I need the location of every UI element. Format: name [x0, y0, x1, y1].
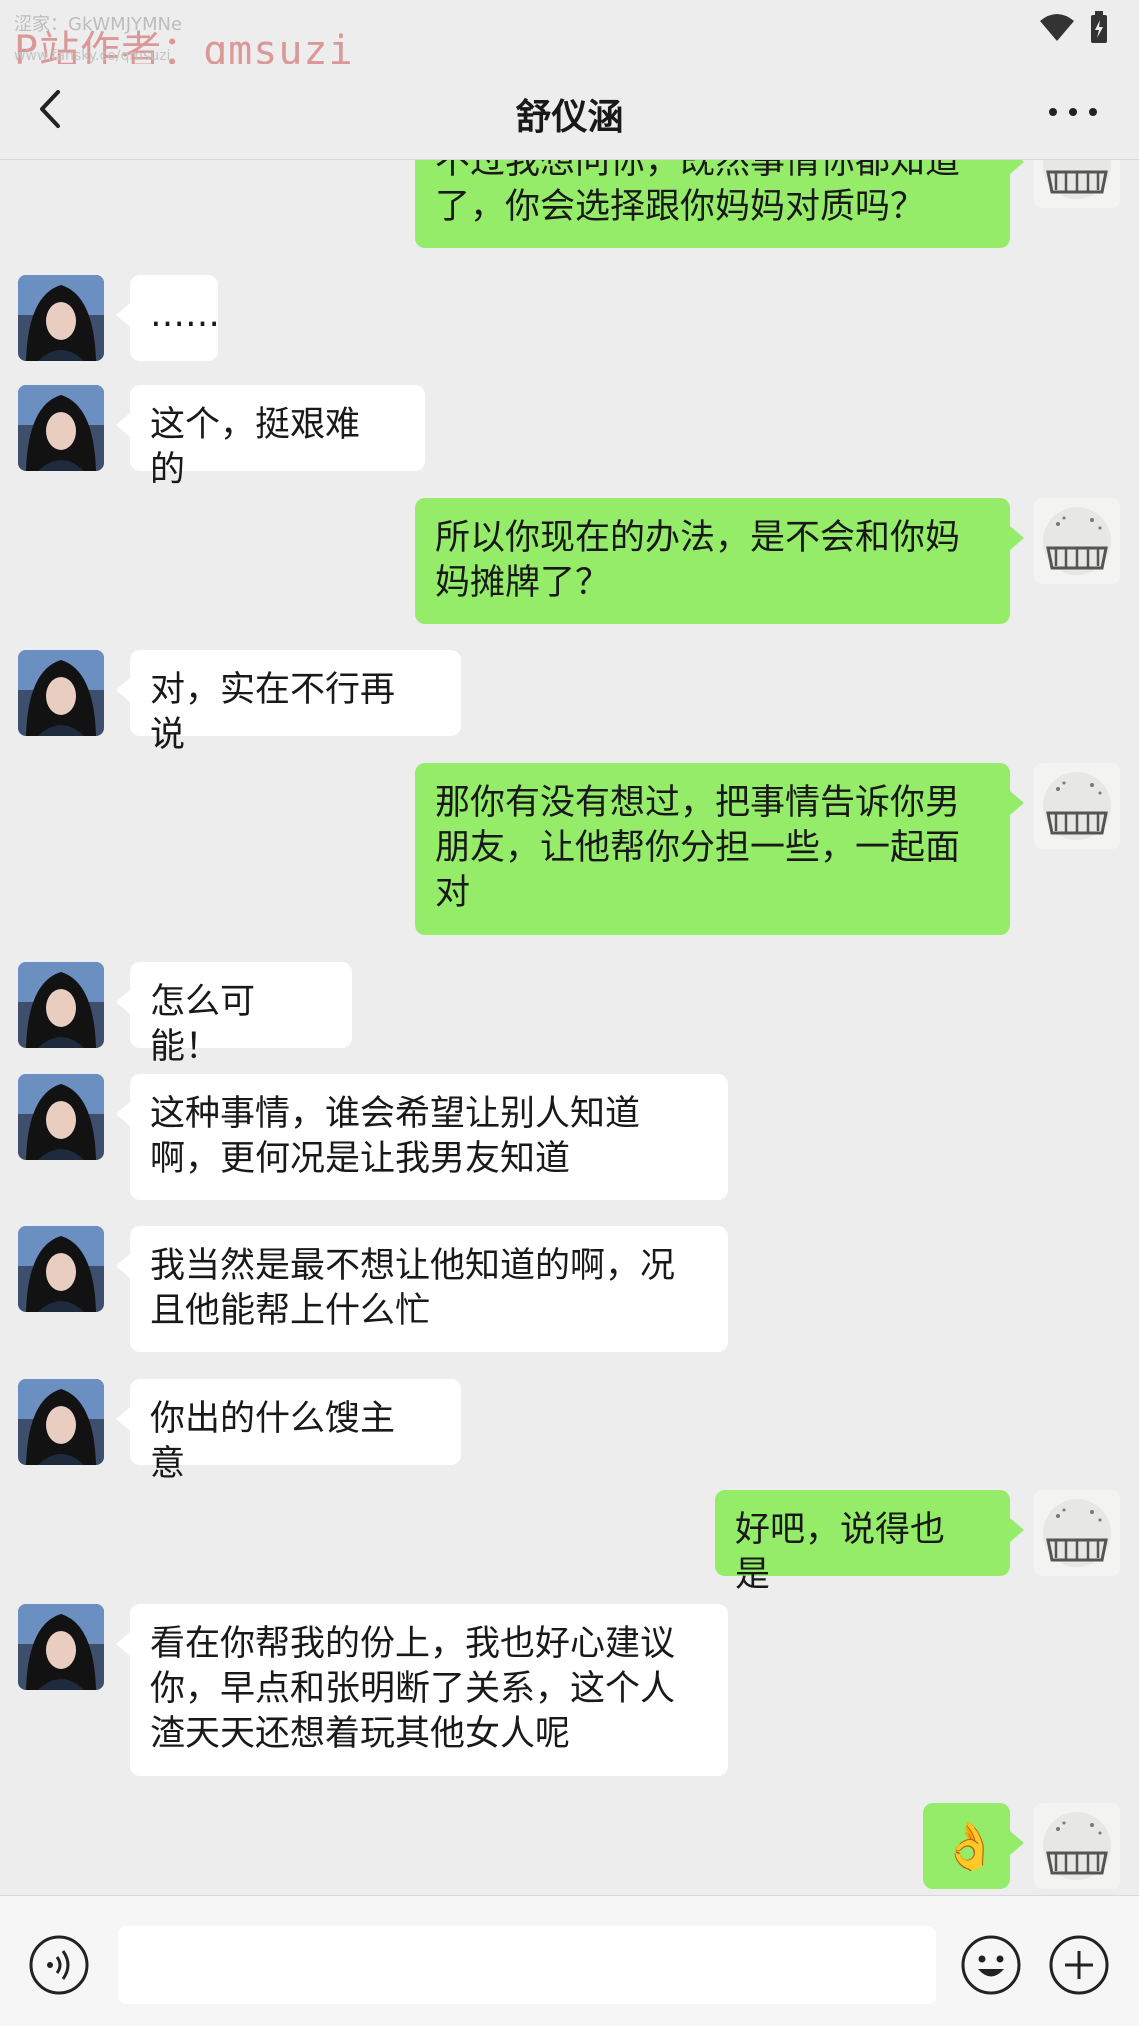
message-text: 好吧，说得也是	[735, 1510, 946, 1595]
emoji-button[interactable]	[960, 1934, 1022, 1996]
watermark-url-text: www.fansky.co/qmsuzi	[14, 48, 171, 64]
message-text: 对，实在不行再说	[150, 670, 396, 755]
message-bubble-sent[interactable]: 👌	[923, 1803, 1024, 1889]
input-bar	[0, 1895, 1139, 2026]
message-text: 我当然是最不想让他知道的啊，况 且他能帮上什么忙	[150, 1246, 676, 1331]
message-bubble-received[interactable]: ……	[116, 275, 220, 361]
plus-icon	[1049, 1935, 1109, 1995]
contact-avatar[interactable]	[18, 650, 104, 736]
message-bubble-received[interactable]: 对，实在不行再说	[116, 650, 461, 755]
message-bubble-received[interactable]: 这种事情，谁会希望让别人知道 啊，更何况是让我男友知道	[116, 1074, 728, 1200]
message-bubble-sent[interactable]: 那你有没有想过，把事情告诉你男 朋友，让他帮你分担一些，一起面 对	[415, 763, 1024, 935]
message-text: 看在你帮我的份上，我也好心建议 你，早点和张明断了关系，这个人 渣天天还想着玩其…	[150, 1624, 676, 1754]
message-text: 这个，挺艰难的	[150, 405, 361, 490]
my-avatar[interactable]	[1034, 498, 1120, 584]
ok-hand-emoji-icon: 👌	[941, 1819, 999, 1873]
chat-title: 舒仪涵	[515, 97, 624, 138]
message-bubble-sent[interactable]: 不过我想问你，既然事情你都知道 了，你会选择跟你妈妈对质吗？	[415, 160, 1024, 248]
my-avatar[interactable]	[1034, 160, 1120, 208]
message-text: 你出的什么馊主意	[150, 1399, 396, 1484]
message-input[interactable]	[118, 1926, 936, 2004]
message-text: 那你有没有想过，把事情告诉你男 朋友，让他帮你分担一些，一起面 对	[435, 783, 961, 913]
contact-avatar[interactable]	[18, 275, 104, 361]
voice-button[interactable]	[28, 1934, 90, 1996]
message-bubble-received[interactable]: 你出的什么馊主意	[116, 1379, 461, 1484]
contact-avatar[interactable]	[18, 1226, 104, 1312]
my-avatar[interactable]	[1034, 1803, 1120, 1889]
message-bubble-received[interactable]: 怎么可能！	[116, 962, 352, 1067]
plus-button[interactable]	[1048, 1934, 1110, 1996]
battery-charging-icon	[1089, 11, 1109, 49]
chat-message-list[interactable]: 不过我想问你，既然事情你都知道 了，你会选择跟你妈妈对质吗？ …… 这个，挺艰难…	[0, 160, 1139, 1895]
message-bubble-received[interactable]: 这个，挺艰难的	[116, 385, 425, 490]
contact-avatar[interactable]	[18, 1379, 104, 1465]
message-bubble-sent[interactable]: 好吧，说得也是	[715, 1490, 1024, 1595]
message-text: 这种事情，谁会希望让别人知道 啊，更何况是让我男友知道	[150, 1094, 641, 1179]
message-text: 不过我想问你，既然事情你都知道 了，你会选择跟你妈妈对质吗？	[435, 160, 961, 227]
wifi-icon	[1039, 13, 1075, 47]
more-dots-icon	[1049, 108, 1097, 116]
contact-avatar[interactable]	[18, 385, 104, 471]
status-icons	[1039, 10, 1109, 50]
message-text: 所以你现在的办法，是不会和你妈 妈摊牌了？	[435, 518, 961, 603]
contact-avatar[interactable]	[18, 1074, 104, 1160]
nav-bar: 舒仪涵	[0, 64, 1139, 160]
message-bubble-received[interactable]: 我当然是最不想让他知道的啊，况 且他能帮上什么忙	[116, 1226, 728, 1352]
message-text: ……	[150, 295, 220, 335]
voice-icon	[29, 1935, 89, 1995]
contact-avatar[interactable]	[18, 962, 104, 1048]
message-text: 怎么可能！	[150, 982, 256, 1067]
message-bubble-sent[interactable]: 所以你现在的办法，是不会和你妈 妈摊牌了？	[415, 498, 1024, 624]
status-bar: 涩家：GkWMJYMNe P站作者：qmsuzi www.fansky.co/q…	[0, 0, 1139, 74]
more-button[interactable]	[1043, 92, 1103, 132]
my-avatar[interactable]	[1034, 763, 1120, 849]
message-bubble-received[interactable]: 看在你帮我的份上，我也好心建议 你，早点和张明断了关系，这个人 渣天天还想着玩其…	[116, 1604, 728, 1776]
my-avatar[interactable]	[1034, 1490, 1120, 1576]
contact-avatar[interactable]	[18, 1604, 104, 1690]
smiley-icon	[961, 1935, 1021, 1995]
